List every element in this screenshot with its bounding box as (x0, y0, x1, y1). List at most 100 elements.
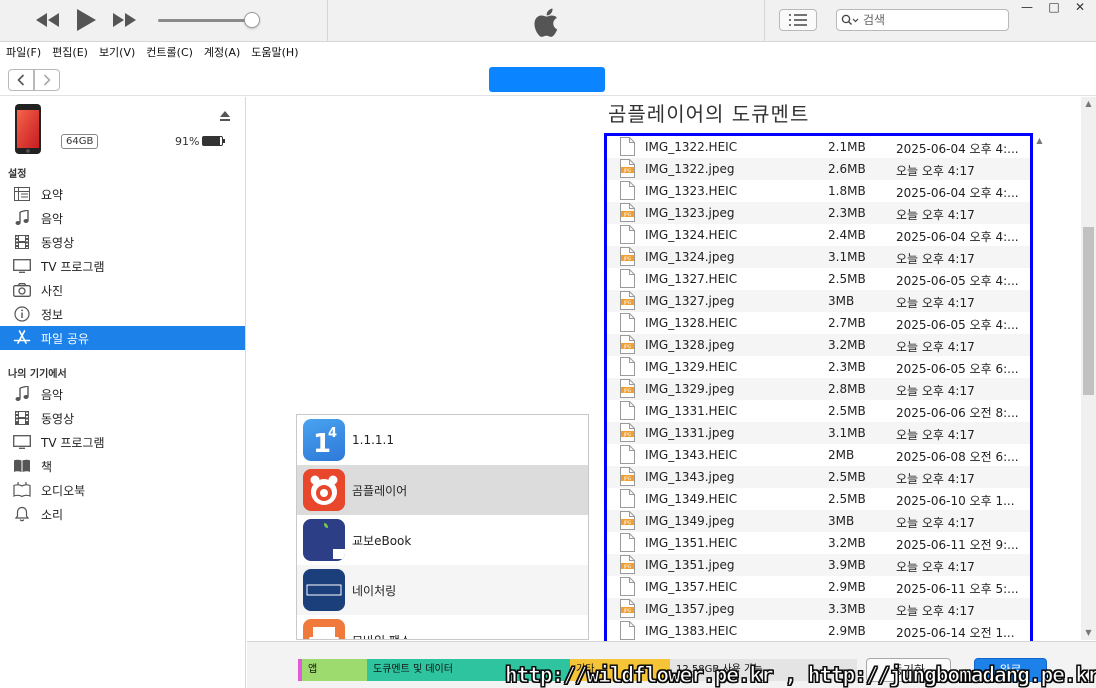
file-row[interactable]: JPG IMG_1331.jpeg 3.1MB 오늘 오후 4:17 (607, 422, 1030, 444)
file-row[interactable]: IMG_1329.HEIC 2.3MB 2025-06-05 오후 6:... (607, 356, 1030, 378)
file-row[interactable]: JPG IMG_1322.jpeg 2.6MB 오늘 오후 4:17 (607, 158, 1030, 180)
app-gom-player-icon (303, 469, 345, 511)
file-row[interactable]: IMG_1383.HEIC 2.9MB 2025-06-14 오전 1... (607, 620, 1030, 642)
sidebar-item-device-movies[interactable]: 동영상 (0, 406, 245, 430)
file-row[interactable]: JPG IMG_1357.jpeg 3.3MB 오늘 오후 4:17 (607, 598, 1030, 620)
file-name: IMG_1322.HEIC (645, 140, 738, 154)
scroll-up-icon[interactable]: ▲ (1083, 98, 1094, 109)
search-input[interactable] (863, 13, 983, 27)
app-row-1111[interactable]: 14 1.1.1.1 (297, 415, 588, 465)
device-button[interactable] (489, 67, 605, 92)
file-row[interactable]: JPG IMG_1327.jpeg 3MB 오늘 오후 4:17 (607, 290, 1030, 312)
file-name: IMG_1357.jpeg (645, 602, 735, 616)
file-size: 3MB (828, 294, 855, 308)
file-name: IMG_1349.jpeg (645, 514, 735, 528)
file-date: 오늘 오후 4:17 (896, 516, 975, 530)
app-kyobo-ebook-icon (303, 519, 345, 561)
file-row[interactable]: JPG IMG_1343.jpeg 2.5MB 오늘 오후 4:17 (607, 466, 1030, 488)
sidebar-item-movies[interactable]: 동영상 (0, 230, 245, 254)
file-size: 3.1MB (828, 250, 866, 264)
menu-file[interactable]: 파일(F) (6, 44, 41, 60)
menu-account[interactable]: 계정(A) (204, 44, 240, 60)
sidebar-item-label: 음악 (41, 211, 64, 226)
app-row-naturing[interactable]: 네이처링 (297, 565, 588, 615)
fast-forward-button[interactable] (110, 6, 138, 34)
menu-controls[interactable]: 컨트롤(C) (146, 44, 193, 60)
file-date: 오늘 오후 4:17 (896, 428, 975, 442)
sidebar-item-tv-shows[interactable]: TV 프로그램 (0, 254, 245, 278)
book-icon (13, 457, 31, 475)
svg-text:JPG: JPG (623, 476, 632, 482)
close-button[interactable]: ✕ (1066, 0, 1094, 14)
file-list-scrollbar[interactable]: ▲ (1033, 134, 1047, 640)
chevron-right-icon (43, 74, 51, 86)
file-row[interactable]: JPG IMG_1324.jpeg 3.1MB 오늘 오후 4:17 (607, 246, 1030, 268)
file-row[interactable]: IMG_1331.HEIC 2.5MB 2025-06-06 오전 8:... (607, 400, 1030, 422)
sidebar-item-file-sharing[interactable]: 파일 공유 (0, 326, 245, 350)
document-icon (620, 181, 635, 200)
chevron-left-icon (17, 74, 25, 86)
app-mobile-fax-icon (303, 619, 345, 639)
sidebar-item-music[interactable]: 음악 (0, 206, 245, 230)
menu-view[interactable]: 보기(V) (99, 44, 135, 60)
minimize-button[interactable]: — (1013, 0, 1041, 14)
file-row[interactable]: JPG IMG_1351.jpeg 3.9MB 오늘 오후 4:17 (607, 554, 1030, 576)
file-row[interactable]: JPG IMG_1323.jpeg 2.3MB 오늘 오후 4:17 (607, 202, 1030, 224)
close-icon: ✕ (1074, 0, 1086, 14)
scroll-down-icon[interactable]: ▼ (1083, 627, 1094, 638)
app-row-kyobo-ebook[interactable]: 교보eBook (297, 515, 588, 565)
menu-edit[interactable]: 편집(E) (52, 44, 88, 60)
file-size: 2.3MB (828, 360, 866, 374)
file-row[interactable]: IMG_1323.HEIC 1.8MB 2025-06-04 오후 4:... (607, 180, 1030, 202)
sidebar-item-device-music[interactable]: 음악 (0, 382, 245, 406)
file-size: 3.9MB (828, 558, 866, 572)
volume-knob[interactable] (244, 12, 260, 28)
file-size: 2.5MB (828, 492, 866, 506)
maximize-button[interactable]: □ (1040, 0, 1068, 14)
sidebar-item-device-audiobooks[interactable]: 오디오북 (0, 478, 245, 502)
file-date: 2025-06-05 오후 4:... (896, 274, 1019, 288)
file-row[interactable]: JPG IMG_1349.jpeg 3MB 오늘 오후 4:17 (607, 510, 1030, 532)
file-row[interactable]: IMG_1357.HEIC 2.9MB 2025-06-11 오후 5:... (607, 576, 1030, 598)
app-row-mobile-fax[interactable]: 모바일 팩스 (297, 615, 588, 639)
main-scrollbar-thumb[interactable] (1083, 227, 1094, 395)
volume-slider[interactable] (158, 19, 254, 22)
file-row[interactable]: IMG_1324.HEIC 2.4MB 2025-06-04 오후 4:... (607, 224, 1030, 246)
sidebar-item-device-tones[interactable]: 소리 (0, 502, 245, 526)
document-icon (620, 401, 635, 420)
maximize-icon: □ (1048, 0, 1060, 14)
back-button[interactable] (8, 69, 34, 91)
up-next-list-button[interactable] (779, 9, 817, 31)
file-name: IMG_1349.HEIC (645, 492, 738, 506)
forward-button[interactable] (34, 69, 60, 91)
app-store-icon (13, 329, 31, 347)
search-box[interactable] (836, 9, 1009, 31)
on-device-header: 나의 기기에서 (8, 369, 67, 380)
menu-help[interactable]: 도움말(H) (251, 44, 298, 60)
play-button[interactable] (72, 6, 100, 34)
file-row[interactable]: JPG IMG_1328.jpeg 3.2MB 오늘 오후 4:17 (607, 334, 1030, 356)
app-row-gom-player[interactable]: 곰플레이어 (297, 465, 588, 515)
sidebar-item-info[interactable]: 정보 (0, 302, 245, 326)
rewind-button[interactable] (34, 6, 62, 34)
file-row[interactable]: IMG_1349.HEIC 2.5MB 2025-06-10 오후 1... (607, 488, 1030, 510)
file-size: 2.5MB (828, 272, 866, 286)
file-row[interactable]: IMG_1322.HEIC 2.1MB 2025-06-04 오후 4:... (607, 136, 1030, 158)
scroll-up-icon[interactable]: ▲ (1034, 135, 1045, 146)
jpg-file-icon: JPG (620, 203, 635, 222)
file-row[interactable]: IMG_1327.HEIC 2.5MB 2025-06-05 오후 4:... (607, 268, 1030, 290)
file-size: 2.4MB (828, 228, 866, 242)
sidebar-item-photos[interactable]: 사진 (0, 278, 245, 302)
sidebar-item-device-books[interactable]: 책 (0, 454, 245, 478)
file-row[interactable]: IMG_1343.HEIC 2MB 2025-06-08 오전 6:... (607, 444, 1030, 466)
eject-button[interactable] (219, 110, 231, 122)
file-row[interactable]: IMG_1328.HEIC 2.7MB 2025-06-05 오후 4:... (607, 312, 1030, 334)
file-size: 2.7MB (828, 316, 866, 330)
app-1111-icon: 14 (303, 419, 345, 461)
document-icon (620, 357, 635, 376)
file-row[interactable]: JPG IMG_1329.jpeg 2.8MB 오늘 오후 4:17 (607, 378, 1030, 400)
file-row[interactable]: IMG_1351.HEIC 3.2MB 2025-06-11 오전 9:... (607, 532, 1030, 554)
sidebar-item-label: TV 프로그램 (41, 435, 105, 450)
sidebar-item-device-tv-shows[interactable]: TV 프로그램 (0, 430, 245, 454)
sidebar-item-summary[interactable]: 요약 (0, 182, 245, 206)
